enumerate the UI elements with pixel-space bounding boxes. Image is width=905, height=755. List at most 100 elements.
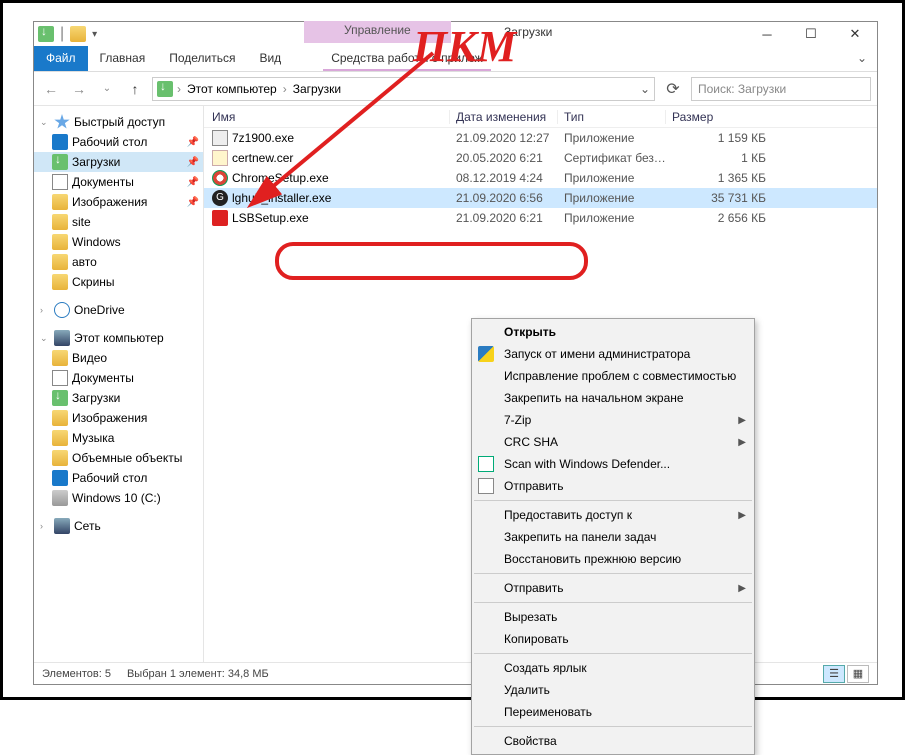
col-name[interactable]: Имя bbox=[204, 110, 450, 124]
ctx-delete[interactable]: Удалить bbox=[472, 679, 754, 701]
ctx-share[interactable]: Отправить bbox=[472, 475, 754, 497]
ctx-give-access[interactable]: Предоставить доступ к▶ bbox=[472, 504, 754, 526]
maximize-button[interactable]: ☐ bbox=[789, 22, 833, 46]
ribbon-tab-file[interactable]: Файл bbox=[34, 46, 88, 71]
minimize-button[interactable]: ─ bbox=[745, 22, 789, 46]
ctx-sendto[interactable]: Отправить▶ bbox=[472, 577, 754, 599]
nav-music[interactable]: Музыка bbox=[34, 428, 203, 448]
file-row[interactable]: 7z1900.exe21.09.2020 12:27Приложение1 15… bbox=[204, 128, 877, 148]
breadcrumb[interactable]: › Этот компьютер › Загрузки ⌄ bbox=[152, 77, 655, 101]
ctx-properties[interactable]: Свойства bbox=[472, 730, 754, 752]
qat-folder-icon[interactable] bbox=[70, 26, 86, 42]
nav-desktop[interactable]: Рабочий стол📌 bbox=[34, 132, 203, 152]
file-type: Приложение bbox=[558, 131, 666, 145]
refresh-button[interactable]: ⟳ bbox=[661, 79, 685, 99]
ctx-run-as-admin[interactable]: Запуск от имени администратора bbox=[472, 343, 754, 365]
file-name: certnew.cer bbox=[232, 151, 293, 165]
nav-documents[interactable]: Документы📌 bbox=[34, 172, 203, 192]
breadcrumb-downloads[interactable]: Загрузки bbox=[291, 82, 343, 96]
pictures-icon bbox=[52, 194, 68, 210]
qat-divider: | bbox=[60, 25, 64, 43]
nav-pictures[interactable]: Изображения📌 bbox=[34, 192, 203, 212]
file-name: ChromeSetup.exe bbox=[232, 171, 329, 185]
ribbon-context-tab[interactable]: Управление bbox=[304, 21, 451, 43]
ctx-7zip[interactable]: 7-Zip▶ bbox=[472, 409, 754, 431]
view-details-button[interactable]: ☰ bbox=[823, 665, 845, 683]
nav-downloads[interactable]: Загрузки📌 bbox=[34, 152, 203, 172]
column-headers[interactable]: Имя Дата изменения Тип Размер bbox=[204, 106, 877, 128]
submenu-arrow-icon: ▶ bbox=[738, 437, 746, 448]
col-type[interactable]: Тип bbox=[558, 110, 666, 124]
nav-pictures2[interactable]: Изображения bbox=[34, 408, 203, 428]
file-row[interactable]: ChromeSetup.exe08.12.2019 4:24Приложение… bbox=[204, 168, 877, 188]
file-type: Сертификат безо... bbox=[558, 151, 666, 165]
ctx-crc[interactable]: CRC SHA▶ bbox=[472, 431, 754, 453]
ctx-shortcut[interactable]: Создать ярлык bbox=[472, 657, 754, 679]
nav-folder-site[interactable]: site bbox=[34, 212, 203, 232]
explorer-window: | ▾ Управление Загрузки ─ ☐ ✕ Файл Главн… bbox=[33, 21, 878, 685]
nav-back-button[interactable]: ← bbox=[40, 78, 62, 100]
folder-icon bbox=[52, 254, 68, 270]
ribbon-tab-view[interactable]: Вид bbox=[247, 46, 293, 71]
ctx-pin-start[interactable]: Закрепить на начальном экране bbox=[472, 387, 754, 409]
col-date[interactable]: Дата изменения bbox=[450, 110, 558, 124]
folder-icon bbox=[52, 450, 68, 466]
nav-desktop2[interactable]: Рабочий стол bbox=[34, 468, 203, 488]
ctx-troubleshoot[interactable]: Исправление проблем с совместимостью bbox=[472, 365, 754, 387]
file-size: 1 159 КБ bbox=[666, 131, 776, 145]
file-row[interactable]: certnew.cer20.05.2020 6:21Сертификат без… bbox=[204, 148, 877, 168]
ctx-pin-taskbar[interactable]: Закрепить на панели задач bbox=[472, 526, 754, 548]
breadcrumb-dropdown-icon[interactable]: ⌄ bbox=[640, 82, 650, 96]
file-date: 21.09.2020 6:21 bbox=[450, 211, 558, 225]
defender-icon bbox=[478, 456, 494, 472]
breadcrumb-thispc[interactable]: Этот компьютер bbox=[185, 82, 279, 96]
nav-quick-access[interactable]: ⌄Быстрый доступ bbox=[34, 112, 203, 132]
file-row[interactable]: Glghub_installer.exe21.09.2020 6:56Прило… bbox=[204, 188, 877, 208]
ctx-open[interactable]: Открыть bbox=[472, 321, 754, 343]
documents-icon bbox=[52, 174, 68, 190]
nav-recent-chevron-icon[interactable]: ⌄ bbox=[96, 78, 118, 100]
ribbon-tab-share[interactable]: Поделиться bbox=[157, 46, 247, 71]
documents-icon bbox=[52, 370, 68, 386]
nav-up-button[interactable]: ↑ bbox=[124, 78, 146, 100]
nav-drive-c[interactable]: Windows 10 (C:) bbox=[34, 488, 203, 508]
file-icon bbox=[212, 130, 228, 146]
file-list: Имя Дата изменения Тип Размер 7z1900.exe… bbox=[204, 106, 877, 662]
ribbon-tab-home[interactable]: Главная bbox=[88, 46, 158, 71]
status-count: Элементов: 5 bbox=[42, 668, 111, 680]
col-size[interactable]: Размер bbox=[666, 110, 776, 124]
nav-videos[interactable]: Видео bbox=[34, 348, 203, 368]
nav-downloads2[interactable]: Загрузки bbox=[34, 388, 203, 408]
view-thumbnails-button[interactable]: ▦ bbox=[847, 665, 869, 683]
breadcrumb-icon bbox=[157, 81, 173, 97]
file-date: 21.09.2020 6:56 bbox=[450, 191, 558, 205]
nav-folder-screens[interactable]: Скрины bbox=[34, 272, 203, 292]
ctx-restore[interactable]: Восстановить прежнюю версию bbox=[472, 548, 754, 570]
file-name: 7z1900.exe bbox=[232, 131, 294, 145]
file-row[interactable]: LSBSetup.exe21.09.2020 6:21Приложение2 6… bbox=[204, 208, 877, 228]
nav-documents2[interactable]: Документы bbox=[34, 368, 203, 388]
nav-onedrive[interactable]: ›OneDrive bbox=[34, 300, 203, 320]
search-input[interactable]: Поиск: Загрузки bbox=[691, 77, 871, 101]
ctx-defender[interactable]: Scan with Windows Defender... bbox=[472, 453, 754, 475]
nav-3dobjects[interactable]: Объемные объекты bbox=[34, 448, 203, 468]
chevron-right-icon[interactable]: › bbox=[175, 82, 183, 96]
file-icon bbox=[212, 210, 228, 226]
window-icon bbox=[38, 26, 54, 42]
folder-icon bbox=[52, 214, 68, 230]
file-type: Приложение bbox=[558, 171, 666, 185]
qat-chevron-icon[interactable]: ▾ bbox=[92, 29, 97, 40]
chevron-right-icon[interactable]: › bbox=[281, 82, 289, 96]
ctx-cut[interactable]: Вырезать bbox=[472, 606, 754, 628]
ribbon-tab-app-tools[interactable]: Средства работы с прилож bbox=[323, 46, 491, 71]
ribbon-expand-icon[interactable]: ⌄ bbox=[847, 46, 877, 71]
ctx-copy[interactable]: Копировать bbox=[472, 628, 754, 650]
nav-thispc[interactable]: ⌄Этот компьютер bbox=[34, 328, 203, 348]
nav-network[interactable]: ›Сеть bbox=[34, 516, 203, 536]
nav-folder-auto[interactable]: авто bbox=[34, 252, 203, 272]
desktop-icon bbox=[52, 470, 68, 486]
close-button[interactable]: ✕ bbox=[833, 22, 877, 46]
ctx-rename[interactable]: Переименовать bbox=[472, 701, 754, 723]
nav-folder-windows[interactable]: Windows bbox=[34, 232, 203, 252]
pin-icon: 📌 bbox=[187, 137, 199, 148]
